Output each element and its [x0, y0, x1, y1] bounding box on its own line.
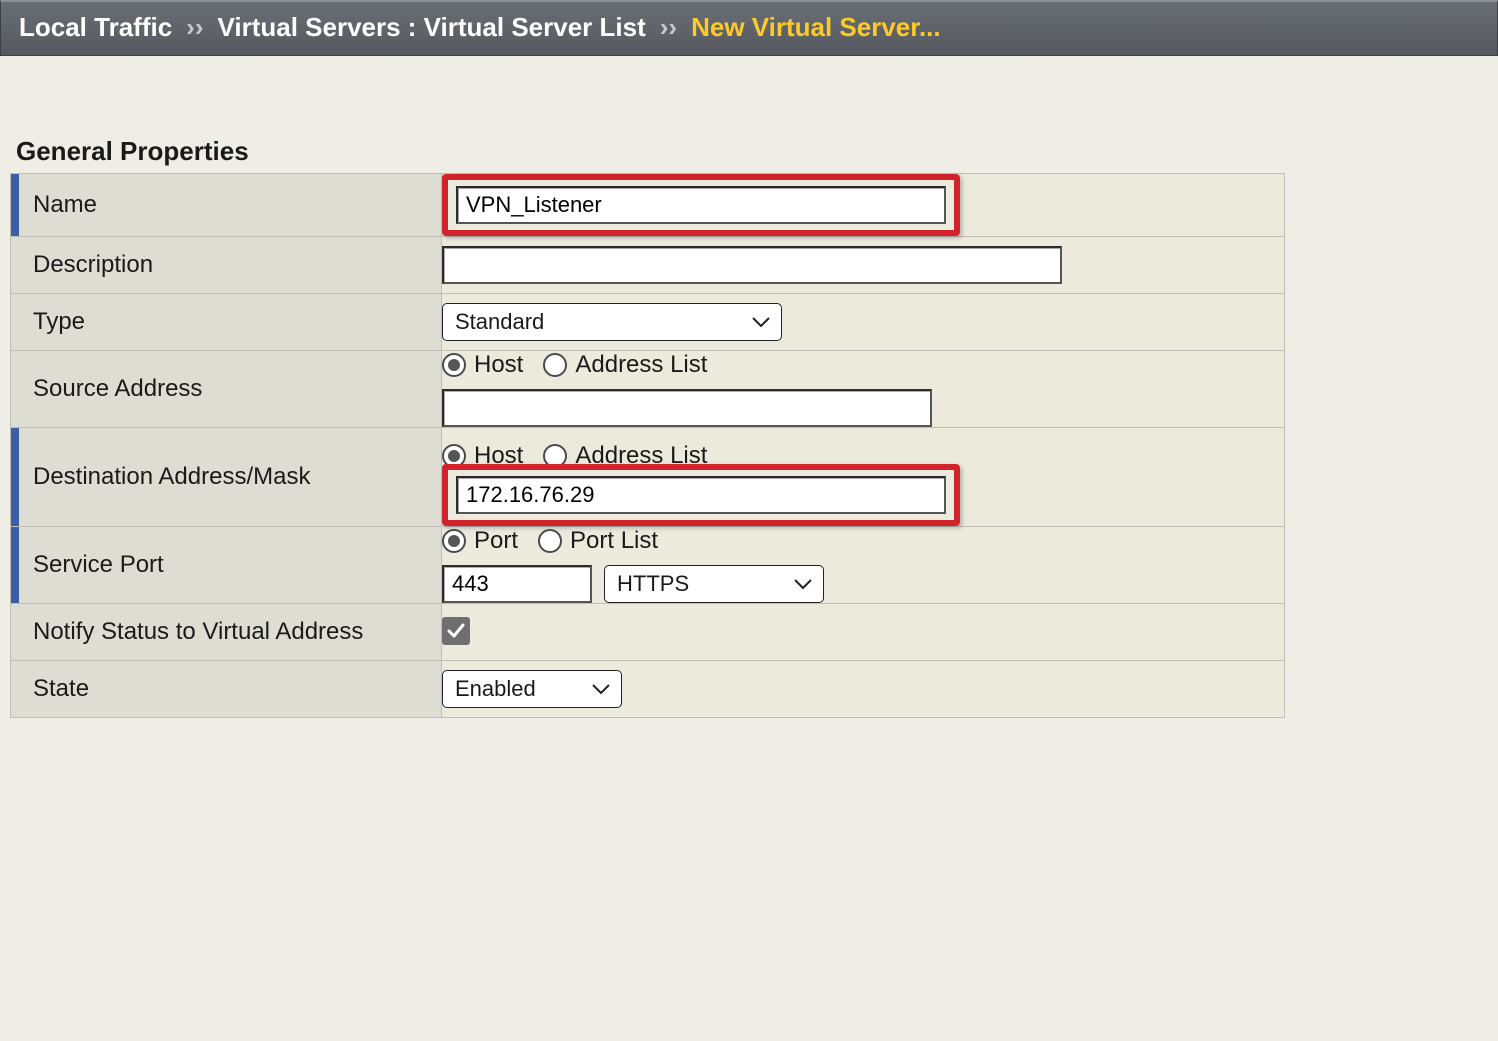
label-service-port: Service Port — [11, 537, 441, 593]
service-port-list-radio[interactable] — [538, 529, 562, 553]
source-address-list-label: Address List — [575, 351, 707, 379]
highlight-destination-address — [442, 464, 960, 526]
service-port-protocol-select[interactable]: HTTPS — [604, 565, 824, 603]
source-address-host-radio[interactable] — [442, 353, 466, 377]
source-address-input[interactable] — [442, 389, 932, 427]
highlight-name — [442, 174, 960, 236]
breadcrumb-virtual-servers[interactable]: Virtual Servers : Virtual Server List — [217, 12, 645, 43]
breadcrumb-separator: ›› — [186, 12, 203, 43]
label-destination-address: Destination Address/Mask — [11, 449, 441, 505]
description-input[interactable] — [442, 246, 1062, 284]
chevron-down-icon — [751, 315, 771, 329]
destination-address-input[interactable] — [456, 476, 946, 514]
breadcrumb: Local Traffic ›› Virtual Servers : Virtu… — [0, 0, 1498, 56]
type-select-value: Standard — [455, 309, 544, 335]
section-title-general-properties: General Properties — [16, 136, 1488, 167]
service-port-port-radio[interactable] — [442, 529, 466, 553]
state-select[interactable]: Enabled — [442, 670, 622, 708]
source-address-host-label: Host — [474, 351, 523, 379]
chevron-down-icon — [591, 682, 611, 696]
service-port-protocol-value: HTTPS — [617, 571, 689, 597]
breadcrumb-separator: ›› — [660, 12, 677, 43]
type-select[interactable]: Standard — [442, 303, 782, 341]
source-address-list-radio[interactable] — [543, 353, 567, 377]
label-notify-status: Notify Status to Virtual Address — [11, 604, 441, 660]
general-properties-table: Name Description Type Standard — [10, 173, 1285, 718]
breadcrumb-local-traffic[interactable]: Local Traffic — [19, 12, 172, 43]
label-name: Name — [11, 177, 441, 233]
label-type: Type — [11, 294, 441, 350]
label-source-address: Source Address — [11, 361, 441, 417]
breadcrumb-current: New Virtual Server... — [691, 12, 941, 43]
label-state: State — [11, 661, 441, 717]
service-port-input[interactable] — [442, 565, 592, 603]
service-port-list-label: Port List — [570, 527, 658, 555]
notify-status-checkbox[interactable] — [442, 617, 470, 645]
state-select-value: Enabled — [455, 676, 536, 702]
service-port-port-label: Port — [474, 527, 518, 555]
label-description: Description — [11, 237, 441, 293]
chevron-down-icon — [793, 577, 813, 591]
name-input[interactable] — [456, 186, 946, 224]
